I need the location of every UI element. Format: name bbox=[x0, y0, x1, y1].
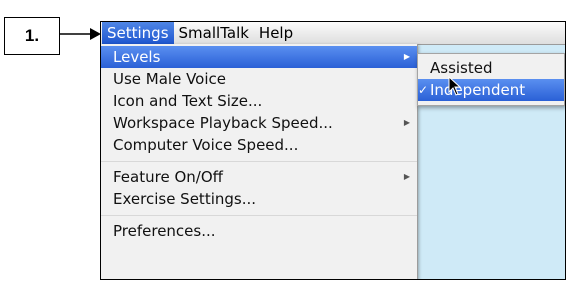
menu-item-computer-voice-speed[interactable]: Computer Voice Speed... bbox=[101, 134, 417, 156]
menu-item-label: Feature On/Off bbox=[113, 168, 223, 186]
menu-item-use-male-voice[interactable]: Use Male Voice bbox=[101, 68, 417, 90]
menu-item-label: Workspace Playback Speed... bbox=[113, 114, 333, 132]
menu-settings[interactable]: Settings bbox=[102, 22, 174, 44]
menu-item-workspace-playback-speed[interactable]: Workspace Playback Speed... ▶ bbox=[101, 112, 417, 134]
screenshot-frame: Settings SmallTalk Help Levels ▶ Use Mal… bbox=[100, 21, 566, 280]
menu-separator bbox=[101, 161, 417, 162]
menu-smalltalk[interactable]: SmallTalk bbox=[174, 22, 254, 44]
submenu-item-label: Independent bbox=[430, 81, 526, 99]
menu-bar: Settings SmallTalk Help bbox=[101, 22, 565, 45]
menu-help[interactable]: Help bbox=[254, 22, 298, 44]
submenu-item-label: Assisted bbox=[430, 59, 493, 77]
menu-item-preferences[interactable]: Preferences... bbox=[101, 220, 417, 242]
menu-item-label: Computer Voice Speed... bbox=[113, 136, 299, 154]
chevron-right-icon: ▶ bbox=[403, 118, 410, 127]
settings-dropdown-menu: Levels ▶ Use Male Voice Icon and Text Si… bbox=[101, 44, 418, 279]
checkmark-icon: ✓ bbox=[418, 83, 429, 97]
menu-item-label: Use Male Voice bbox=[113, 70, 227, 88]
menu-item-label: Levels bbox=[113, 48, 161, 66]
step-number-box: 1. bbox=[4, 17, 60, 55]
menu-separator bbox=[101, 215, 417, 216]
menu-item-label: Exercise Settings... bbox=[113, 190, 257, 208]
step-number-label: 1. bbox=[24, 26, 40, 45]
menu-item-feature-on-off[interactable]: Feature On/Off ▶ bbox=[101, 166, 417, 188]
chevron-right-icon: ▶ bbox=[403, 52, 410, 61]
submenu-item-assisted[interactable]: Assisted bbox=[418, 57, 564, 79]
menu-item-label: Preferences... bbox=[113, 222, 216, 240]
menu-item-exercise-settings[interactable]: Exercise Settings... bbox=[101, 188, 417, 210]
chevron-right-icon: ▶ bbox=[403, 172, 410, 181]
mouse-cursor-icon bbox=[448, 76, 462, 96]
menu-item-label: Icon and Text Size... bbox=[113, 92, 263, 110]
callout-arrow-icon bbox=[60, 28, 101, 40]
submenu-item-independent[interactable]: ✓ Independent bbox=[418, 79, 564, 101]
menu-item-levels[interactable]: Levels ▶ bbox=[101, 46, 417, 68]
menu-item-icon-text-size[interactable]: Icon and Text Size... bbox=[101, 90, 417, 112]
levels-submenu: Assisted ✓ Independent bbox=[417, 53, 565, 106]
